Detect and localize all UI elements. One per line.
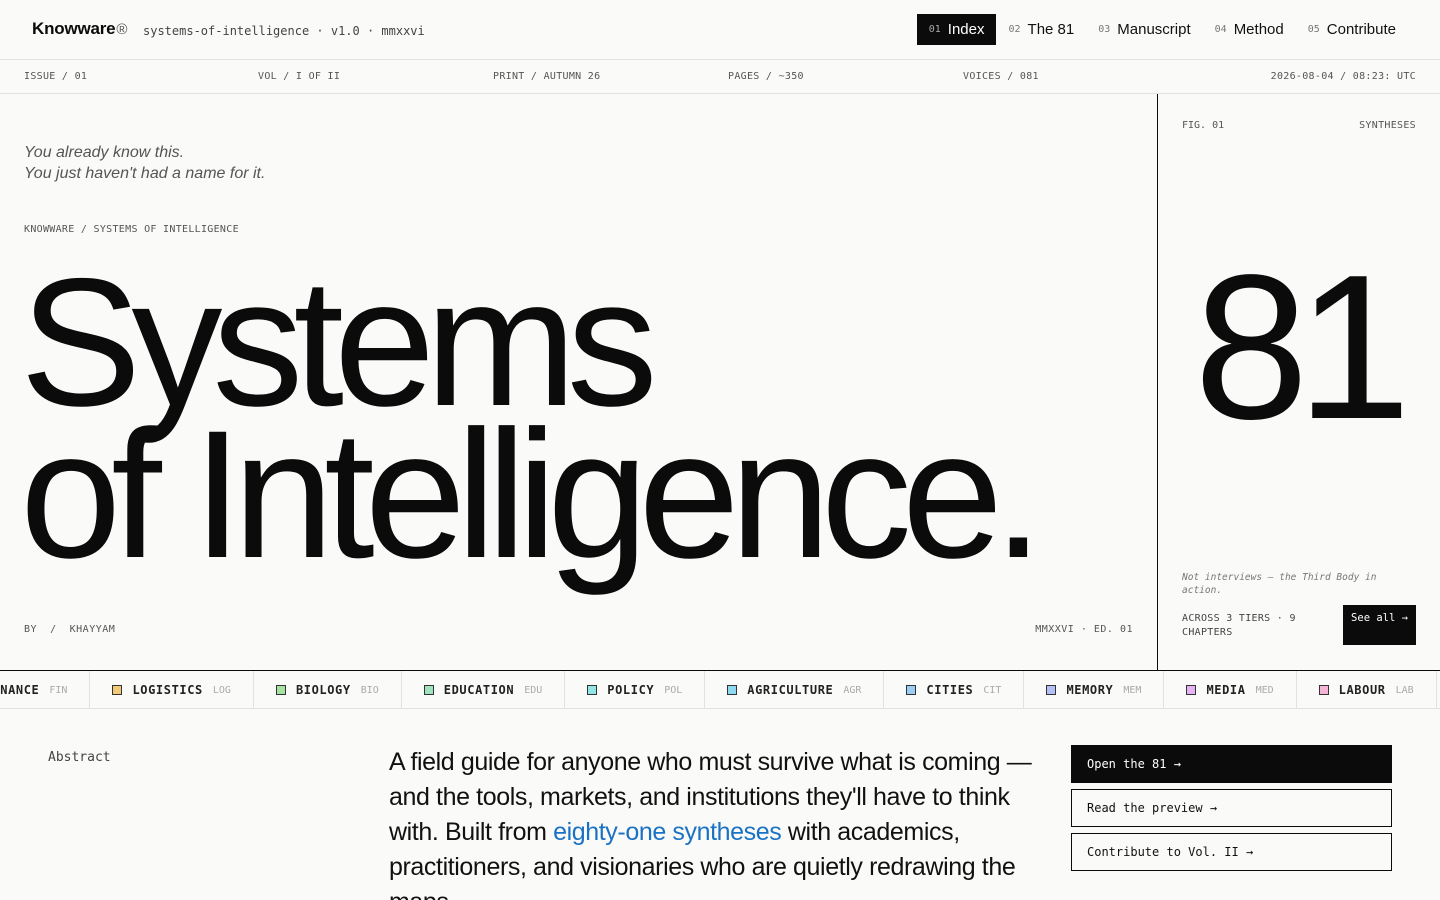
ticker-item-name: EDUCATION bbox=[443, 683, 515, 697]
ticker-item-log[interactable]: LOGISTICS LOG bbox=[90, 671, 254, 708]
figure-note: Not interviews — the Third Body in actio… bbox=[1182, 572, 1377, 596]
ticker-item-cit[interactable]: CITIES CIT bbox=[884, 671, 1025, 708]
page-title: Systems of Intelligence. bbox=[20, 251, 1044, 596]
ticker-item-code: MEM bbox=[1123, 684, 1142, 696]
ticker-item-name: FINANCE bbox=[0, 683, 40, 697]
meta-print: PRINT / AUTUMN 26 bbox=[493, 71, 601, 82]
category-swatch-icon bbox=[727, 685, 738, 695]
open-the-81-button[interactable]: Open the 81 → bbox=[1071, 745, 1392, 783]
category-swatch-icon bbox=[1318, 685, 1329, 695]
ticker-item-code: LOG bbox=[212, 684, 231, 696]
ticker-item-lab[interactable]: LABOUR LAB bbox=[1297, 671, 1437, 708]
menu-item-label: Manuscript bbox=[1117, 21, 1191, 38]
ticker-item-name: AGRICULTURE bbox=[747, 683, 834, 697]
menu-item-label: Contribute bbox=[1326, 21, 1396, 38]
ticker-item-code: CIT bbox=[983, 684, 1002, 696]
ticker-item-name: CITIES bbox=[926, 683, 974, 697]
menu-item-label: The 81 bbox=[1027, 21, 1075, 38]
ticker-item-code: MED bbox=[1255, 684, 1274, 696]
menu-item-contribute[interactable]: 05 Contribute bbox=[1296, 14, 1408, 45]
ticker-item-pol[interactable]: POLICY POL bbox=[565, 671, 706, 708]
byline: BY / KHAYYAM bbox=[24, 624, 116, 635]
menu-item-label: Method bbox=[1233, 21, 1284, 38]
ticker-item-name: LOGISTICS bbox=[132, 683, 203, 697]
meta-timestamp: 2026-08-04 / 08:23: UTC bbox=[1270, 71, 1416, 82]
menu-item-method[interactable]: 04 Method bbox=[1203, 14, 1296, 45]
abstract-text: A field guide for anyone who must surviv… bbox=[389, 745, 1049, 900]
menu-item-index[interactable]: 01 Index bbox=[916, 14, 997, 45]
ticker-item-code: POL bbox=[664, 684, 683, 696]
category-swatch-icon bbox=[1186, 685, 1197, 695]
ticker-item-code: BIO bbox=[360, 684, 379, 696]
ticker-track: FINANCE FIN LOGISTICS LOG BIOLOGY BIO EDUCATIO… bbox=[0, 671, 1440, 708]
ticker-item-bio[interactable]: BIOLOGY BIO bbox=[254, 671, 402, 708]
category-swatch-icon bbox=[423, 685, 434, 695]
breadcrumb: KNOWWARE / SYSTEMS OF INTELLIGENCE bbox=[24, 224, 239, 235]
ticker-item-agr[interactable]: AGRICULTURE AGR bbox=[705, 671, 885, 708]
brand-subtitle: systems-of-intelligence · v1.0 · mmxxvi bbox=[143, 24, 425, 38]
meta-pages: PAGES / ~350 bbox=[728, 71, 804, 82]
ticker-item-code: EDU bbox=[524, 684, 543, 696]
ticker-item-name: LABOUR bbox=[1338, 683, 1386, 697]
meta-volume: VOL / I OF II bbox=[258, 71, 341, 82]
category-swatch-icon bbox=[112, 685, 123, 695]
registered-mark: ® bbox=[116, 21, 128, 38]
main-menu: 01 Index 02 The 81 03 Manuscript 04 Method 0… bbox=[916, 14, 1408, 45]
topic-ticker: FINANCE FIN LOGISTICS LOG BIOLOGY BIO EDUCATIO… bbox=[0, 670, 1440, 709]
ticker-item-name: BIOLOGY bbox=[295, 683, 351, 697]
edition-label: MMXXVI · ED. 01 bbox=[1035, 624, 1133, 635]
menu-item-number: 03 bbox=[1098, 24, 1111, 35]
menu-item-number: 05 bbox=[1307, 24, 1320, 35]
hero-tagline: You already know this. You just haven't … bbox=[24, 142, 265, 184]
meta-issue: ISSUE / 01 bbox=[24, 71, 88, 82]
menu-item-number: 02 bbox=[1008, 24, 1021, 35]
see-all-button[interactable]: See all → bbox=[1343, 605, 1416, 645]
menu-item-number: 01 bbox=[928, 24, 941, 35]
figure-label: FIG. 01 bbox=[1182, 120, 1225, 131]
ticker-item-mem[interactable]: MEMORY MEM bbox=[1024, 671, 1165, 708]
brand-name: Knowware bbox=[32, 19, 116, 38]
category-swatch-icon bbox=[906, 685, 917, 695]
figure-kind: SYNTHESES bbox=[1359, 120, 1416, 131]
menu-item-label: Index bbox=[947, 21, 985, 38]
menu-item-the-81[interactable]: 02 The 81 bbox=[996, 14, 1086, 45]
hero-section: You already know this. You just haven't … bbox=[0, 94, 1158, 670]
top-nav: Knowware ® systems-of-intelligence · v1.0… bbox=[0, 0, 1440, 60]
category-swatch-icon bbox=[1046, 685, 1057, 695]
ticker-item-code: FIN bbox=[49, 684, 68, 696]
category-swatch-icon bbox=[275, 685, 286, 695]
contribute-button[interactable]: Contribute to Vol. II → bbox=[1071, 833, 1392, 871]
ticker-item-edu[interactable]: EDUCATION EDU bbox=[402, 671, 566, 708]
title-line-2: of Intelligence. bbox=[20, 392, 1044, 596]
syntheses-link[interactable]: eighty-one syntheses bbox=[553, 818, 782, 846]
ticker-item-name: MEMORY bbox=[1066, 683, 1114, 697]
category-swatch-icon bbox=[587, 685, 598, 695]
meta-voices: VOICES / 081 bbox=[963, 71, 1039, 82]
ticker-item-med[interactable]: MEDIA MED bbox=[1164, 671, 1297, 708]
issue-meta-bar: ISSUE / 01 VOL / I OF II PRINT / AUTUMN … bbox=[0, 60, 1440, 94]
brand-logo[interactable]: Knowware ® bbox=[32, 19, 127, 39]
menu-item-manuscript[interactable]: 03 Manuscript bbox=[1086, 14, 1202, 45]
tagline-line-2: You just haven't had a name for it. bbox=[24, 165, 266, 182]
abstract-label: Abstract bbox=[48, 750, 111, 765]
ticker-item-name: MEDIA bbox=[1206, 683, 1246, 697]
figure-tiers: ACROSS 3 TIERS · 9 CHAPTERS bbox=[1182, 613, 1296, 638]
ticker-item-code: AGR bbox=[843, 684, 862, 696]
read-preview-button[interactable]: Read the preview → bbox=[1071, 789, 1392, 827]
ticker-item-code: LAB bbox=[1395, 684, 1414, 696]
ticker-item-name: POLICY bbox=[607, 683, 655, 697]
figure-panel: FIG. 01 SYNTHESES 81 Not interviews — th… bbox=[1158, 94, 1440, 670]
ticker-item-fin[interactable]: FINANCE FIN bbox=[0, 671, 91, 708]
menu-item-number: 04 bbox=[1214, 24, 1227, 35]
ticker-item-hea[interactable]: HEALTHHEA bbox=[1437, 671, 1440, 708]
tagline-line-1: You already know this. bbox=[24, 144, 185, 161]
figure-number: 81 bbox=[1194, 232, 1411, 462]
